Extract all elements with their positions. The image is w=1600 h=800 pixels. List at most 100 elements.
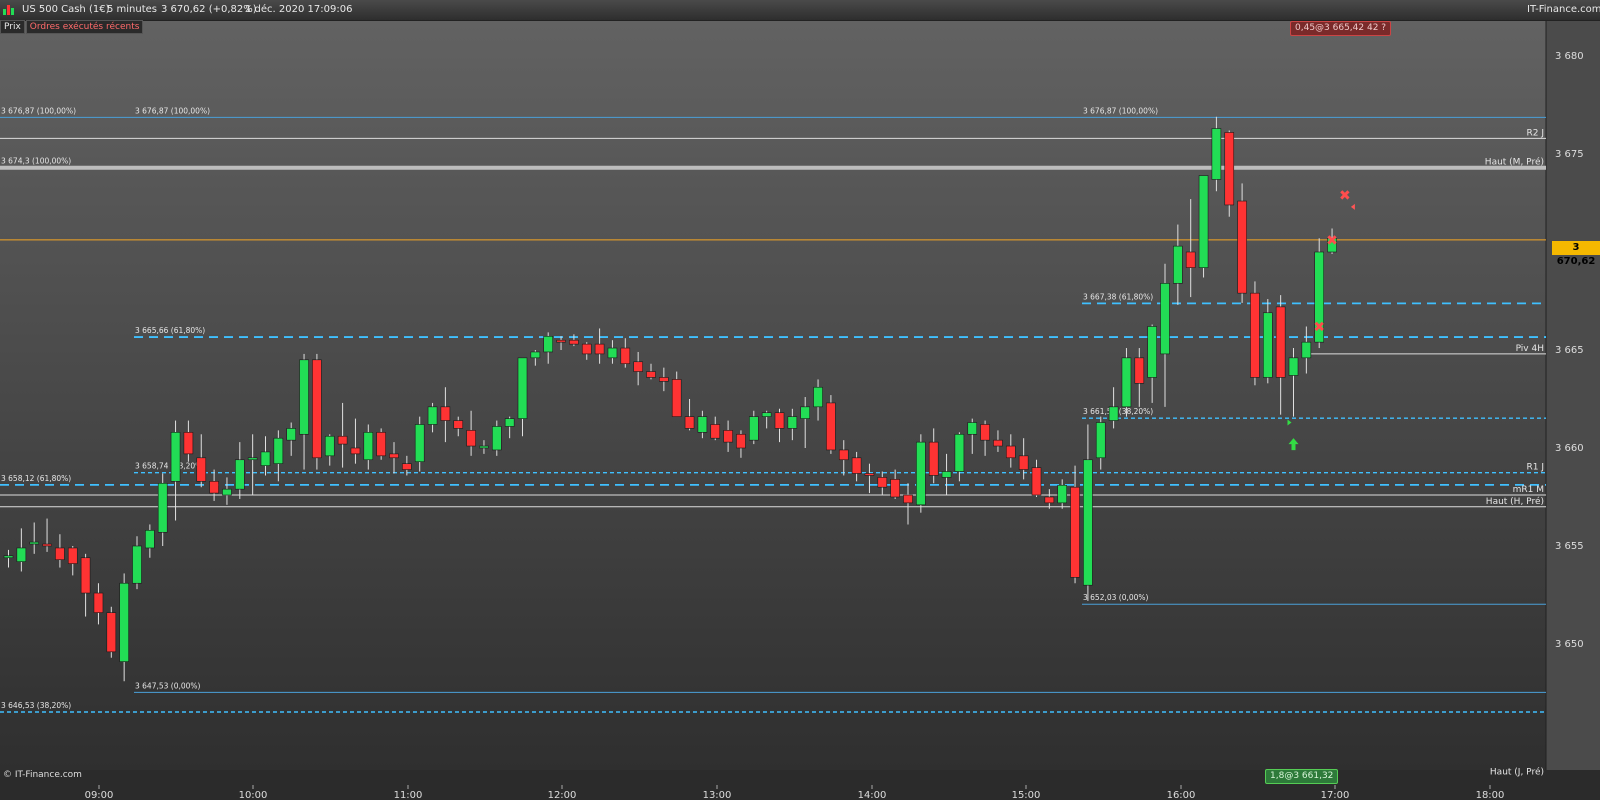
candle-down bbox=[312, 359, 322, 459]
x-tick-label: 09:00 bbox=[85, 790, 114, 800]
candle-up bbox=[813, 386, 823, 408]
order-badge-top[interactable]: 0,45@3 665,42 42 ? bbox=[1290, 21, 1392, 36]
brand-label: IT-Finance.com bbox=[1527, 4, 1600, 15]
level-label: 3 665,66 (61,80%) bbox=[135, 326, 205, 335]
candle-up bbox=[504, 418, 515, 427]
candle-up bbox=[748, 416, 759, 441]
title-bar: US 500 Cash (1€) 5 minutes 3 670,62 (+0,… bbox=[0, 0, 1600, 21]
candle-up bbox=[235, 459, 245, 490]
candle-down bbox=[1070, 486, 1080, 578]
candle-up bbox=[543, 335, 554, 353]
candle-down bbox=[1044, 496, 1055, 504]
cross-marker: ✖ bbox=[1313, 319, 1325, 335]
y-tick-label: 3 650 bbox=[1555, 639, 1584, 650]
candle-up bbox=[299, 359, 309, 435]
recent-orders-tab[interactable]: Ordres exécutés récents bbox=[25, 20, 144, 34]
last-price-tag: 3 670,62 bbox=[1552, 241, 1600, 267]
candle-down bbox=[466, 430, 476, 447]
candle-down bbox=[1134, 357, 1145, 384]
candle-down bbox=[838, 449, 849, 461]
timeframe-label[interactable]: 5 minutes bbox=[107, 0, 157, 20]
candle-up bbox=[414, 424, 425, 463]
candle-down bbox=[581, 343, 592, 355]
candle-down bbox=[594, 343, 605, 355]
sub-toolbar: Prix Ordres exécutés récents bbox=[0, 20, 144, 34]
cross-marker: ✖ bbox=[1326, 233, 1338, 249]
candle-down bbox=[864, 473, 875, 476]
candle-up bbox=[1147, 326, 1157, 378]
x-tick-label: 14:00 bbox=[858, 790, 887, 800]
candle-down bbox=[646, 371, 656, 378]
candle-up bbox=[1121, 357, 1132, 408]
candle-down bbox=[903, 494, 913, 504]
candle-up bbox=[363, 432, 374, 461]
candle-down bbox=[736, 433, 746, 449]
y-tick-label: 3 680 bbox=[1555, 51, 1584, 62]
x-tick-label: 11:00 bbox=[394, 790, 423, 800]
y-tick-label: 3 660 bbox=[1555, 443, 1584, 454]
candle-up bbox=[697, 416, 708, 433]
candle-up bbox=[324, 435, 335, 457]
candle-up bbox=[1160, 283, 1170, 355]
candle-up bbox=[1108, 406, 1119, 421]
x-tick-label: 15:00 bbox=[1012, 790, 1041, 800]
candle-up bbox=[761, 412, 772, 417]
candle-down bbox=[1018, 455, 1029, 470]
candle-down bbox=[453, 420, 464, 429]
candle-up bbox=[491, 426, 502, 451]
candle-up bbox=[132, 545, 142, 584]
candle-up bbox=[247, 457, 258, 461]
candle-down bbox=[993, 439, 1003, 447]
y-tick-label: 3 665 bbox=[1555, 345, 1584, 356]
x-tick-label: 18:00 bbox=[1476, 790, 1505, 800]
level-label: 3 658,12 (61,80%) bbox=[1, 474, 71, 483]
candle-up bbox=[941, 471, 952, 478]
price-axis bbox=[1546, 20, 1600, 770]
candle-up bbox=[222, 488, 232, 496]
instrument-name: US 500 Cash (1€) bbox=[22, 4, 110, 15]
plot-area bbox=[0, 20, 1546, 770]
candle-down bbox=[389, 453, 399, 459]
candle-down bbox=[569, 339, 579, 345]
candle-down bbox=[684, 416, 695, 429]
candle-up bbox=[273, 437, 284, 464]
candle-down bbox=[67, 547, 78, 564]
price-chart[interactable]: 3 6803 6753 6703 6653 6603 6553 65009:00… bbox=[0, 0, 1600, 800]
candle-down bbox=[723, 430, 733, 443]
candle-up bbox=[1211, 128, 1222, 180]
candle-up bbox=[427, 406, 438, 425]
candle-up bbox=[787, 416, 798, 429]
candle-down bbox=[376, 432, 386, 457]
candle-up bbox=[607, 347, 618, 359]
level-right-label: Haut (H, Pré) bbox=[1486, 496, 1544, 507]
candle-down bbox=[440, 406, 451, 421]
candle-down bbox=[1185, 251, 1196, 268]
candle-up bbox=[16, 547, 27, 562]
level-label: 3 658,74 (38,20%) bbox=[135, 462, 205, 471]
candle-up bbox=[286, 428, 297, 441]
level-label: 3 676,87 (100,00%) bbox=[1083, 106, 1158, 115]
level-right-label: Haut (M, Pré) bbox=[1485, 157, 1544, 168]
candle-down bbox=[93, 592, 104, 613]
cross-marker: ✖ bbox=[1339, 188, 1351, 204]
candle-down bbox=[928, 441, 939, 476]
quote-label: 3 670,62 (+0,82%) bbox=[161, 4, 257, 15]
candle-down bbox=[877, 477, 888, 488]
candle-up bbox=[260, 451, 271, 466]
candle-up bbox=[517, 357, 528, 419]
candle-up bbox=[954, 433, 965, 472]
level-label: 3 647,53 (0,00%) bbox=[135, 681, 201, 690]
order-badge-bottom[interactable]: 1,8@3 661,32 bbox=[1265, 769, 1339, 784]
candle-down bbox=[1237, 200, 1247, 294]
candle-up bbox=[967, 422, 978, 435]
candle-up bbox=[1173, 245, 1183, 284]
candle-up bbox=[530, 351, 541, 359]
level-label: 3 674,3 (100,00%) bbox=[1, 157, 71, 166]
prix-tab[interactable]: Prix bbox=[0, 20, 25, 34]
level-label: 3 646,53 (38,20%) bbox=[1, 701, 71, 710]
candle-up bbox=[800, 406, 811, 419]
candle-down bbox=[183, 432, 194, 455]
candle-up bbox=[145, 530, 155, 549]
candle-down bbox=[556, 339, 566, 343]
candle-down bbox=[1275, 306, 1286, 378]
